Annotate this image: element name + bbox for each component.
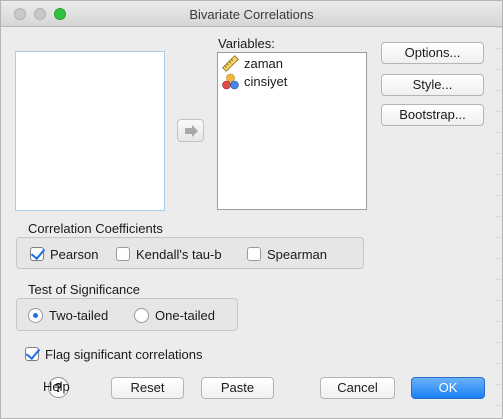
nominal-balls-icon [222,73,239,89]
flag-significant-label: Flag significant correlations [45,346,203,362]
spearman-option[interactable]: Spearman [247,245,327,263]
two-tailed-radio[interactable] [28,307,43,323]
scale-ruler-icon [222,54,239,72]
ok-button[interactable]: OK [411,377,485,399]
style-button[interactable]: Style... [381,74,484,96]
arrow-right-icon [185,125,198,137]
test-of-significance-group: Two-tailed One-tailed [16,298,238,331]
title-bar: Bivariate Correlations [1,1,502,27]
help-label: Help [43,379,70,394]
paste-button[interactable]: Paste [201,377,274,399]
flag-significant-option[interactable]: Flag significant correlations [25,345,203,363]
one-tailed-label: One-tailed [155,307,215,323]
reset-button[interactable]: Reset [111,377,184,399]
pearson-checkbox[interactable] [30,247,44,261]
bivariate-correlations-dialog: Bivariate Correlations Variables: zaman [0,0,503,419]
variables-label: Variables: [218,36,275,51]
background-grid-edge [496,27,502,419]
pearson-label: Pearson [50,246,99,262]
options-button[interactable]: Options... [381,42,484,64]
list-item[interactable]: cinsiyet [222,72,287,90]
kendall-checkbox[interactable] [116,247,130,261]
two-tailed-option[interactable]: Two-tailed [28,306,108,324]
list-item[interactable]: zaman [222,54,283,72]
correlation-coefficients-title: Correlation Coefficients [28,221,163,236]
source-variable-list[interactable] [15,51,165,211]
one-tailed-option[interactable]: One-tailed [134,306,215,324]
variable-name: zaman [244,55,284,71]
spearman-checkbox[interactable] [247,247,261,261]
window-title: Bivariate Correlations [189,7,314,22]
spearman-label: Spearman [267,246,327,262]
test-of-significance-title: Test of Significance [28,282,141,297]
help-button[interactable]: ? Help [41,377,77,398]
two-tailed-label: Two-tailed [49,307,109,323]
kendall-label: Kendall's tau-b [136,246,222,262]
bootstrap-button[interactable]: Bootstrap... [381,104,484,126]
cancel-button[interactable]: Cancel [320,377,395,399]
variable-name: cinsiyet [244,73,288,89]
move-variable-button[interactable] [177,119,204,142]
correlation-coefficients-group: Pearson Kendall's tau-b Spearman [16,237,364,269]
pearson-option[interactable]: Pearson [30,245,98,263]
one-tailed-radio[interactable] [134,307,149,323]
flag-significant-checkbox[interactable] [25,347,39,361]
kendall-option[interactable]: Kendall's tau-b [116,245,222,263]
variables-list[interactable]: zaman cinsiyet [217,52,367,210]
